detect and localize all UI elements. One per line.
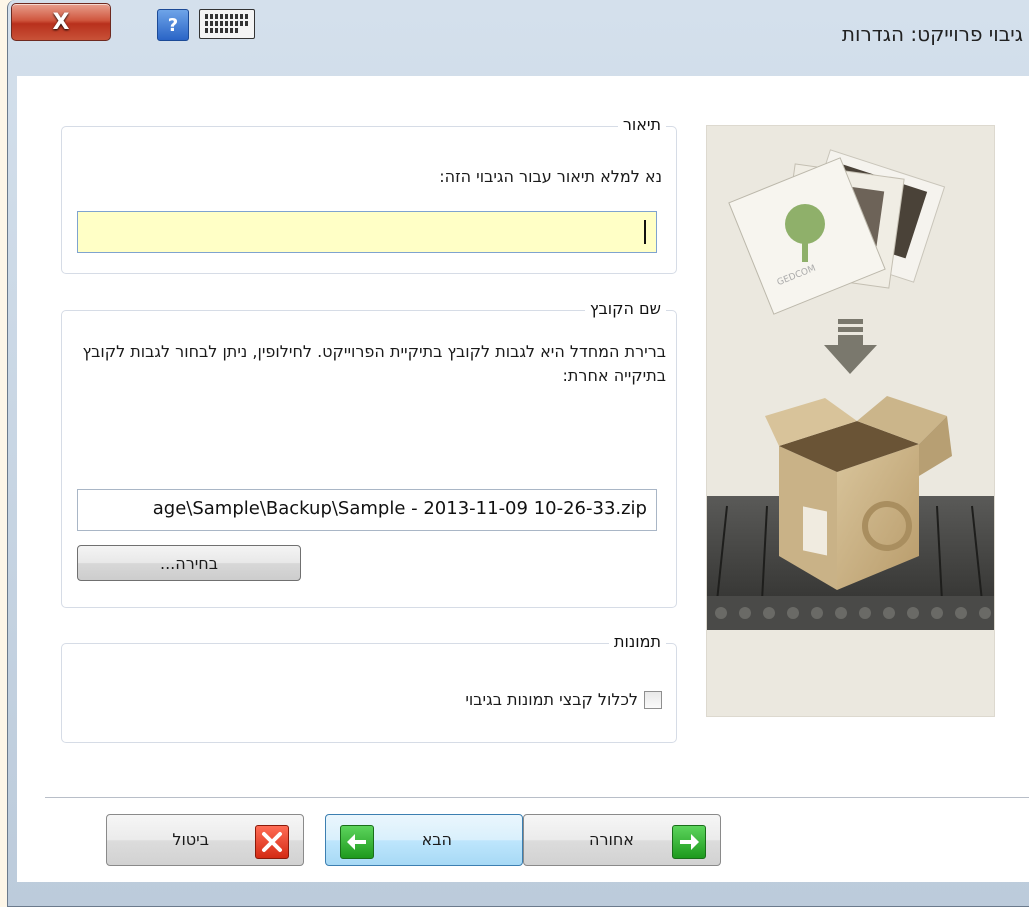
close-button[interactable]: X bbox=[11, 3, 111, 41]
description-group: תיאור נא למלא תיאור עבור הגיבוי הזה: bbox=[61, 115, 677, 274]
backup-box-image: GEDCOM bbox=[707, 149, 994, 630]
include-photos-checkbox[interactable] bbox=[644, 690, 662, 709]
backup-settings-window: X ? גיבוי פרוייקט: הגדרות תיאור נא למלא … bbox=[7, 0, 1029, 907]
next-button[interactable]: הבא bbox=[325, 814, 523, 866]
description-input[interactable] bbox=[77, 211, 657, 253]
footer-separator bbox=[45, 797, 1029, 799]
text-caret bbox=[644, 220, 646, 244]
description-prompt: נא למלא תיאור עבור הגיבוי הזה: bbox=[439, 167, 662, 186]
title-bar: X ? גיבוי פרוייקט: הגדרות bbox=[8, 0, 1029, 76]
cancel-button[interactable]: ביטול bbox=[106, 814, 304, 866]
filename-group: שם הקובץ ברירת המחדל היא לגבות לקובץ בתי… bbox=[61, 299, 677, 608]
dialog-content: תיאור נא למלא תיאור עבור הגיבוי הזה: שם … bbox=[17, 76, 1029, 882]
back-button-label: אחורה bbox=[589, 830, 634, 849]
backup-illustration: GEDCOM bbox=[706, 125, 995, 717]
cancel-button-label: ביטול bbox=[172, 830, 209, 849]
keyboard-icon[interactable] bbox=[199, 9, 255, 39]
help-button[interactable]: ? bbox=[157, 9, 189, 41]
photos-group-title: תמונות bbox=[608, 632, 666, 651]
down-arrow-icon bbox=[824, 319, 877, 374]
backup-path-value: age\Sample\Backup\Sample - 2013-11-09 10… bbox=[152, 498, 647, 519]
photo-cards-icon: GEDCOM bbox=[728, 149, 946, 315]
filename-group-title: שם הקובץ bbox=[584, 299, 666, 318]
include-photos-label: לכלול קבצי תמונות בגיבוי bbox=[465, 690, 638, 709]
backup-path-input[interactable]: age\Sample\Backup\Sample - 2013-11-09 10… bbox=[77, 489, 657, 531]
browse-button[interactable]: בחירה... bbox=[77, 545, 301, 581]
arrow-left-icon bbox=[340, 825, 374, 859]
photos-group: תמונות לכלול קבצי תמונות בגיבוי bbox=[61, 632, 677, 743]
include-photos-option[interactable]: לכלול קבצי תמונות בגיבוי bbox=[465, 690, 662, 709]
back-button[interactable]: אחורה bbox=[523, 814, 721, 866]
arrow-right-icon bbox=[672, 825, 706, 859]
description-group-title: תיאור bbox=[617, 115, 666, 134]
next-button-label: הבא bbox=[421, 830, 452, 849]
filename-explanation: ברירת המחדל היא לגבות לקובץ בתיקיית הפרו… bbox=[82, 342, 667, 385]
cross-icon bbox=[255, 825, 289, 859]
window-title: גיבוי פרוייקט: הגדרות bbox=[841, 22, 1023, 46]
